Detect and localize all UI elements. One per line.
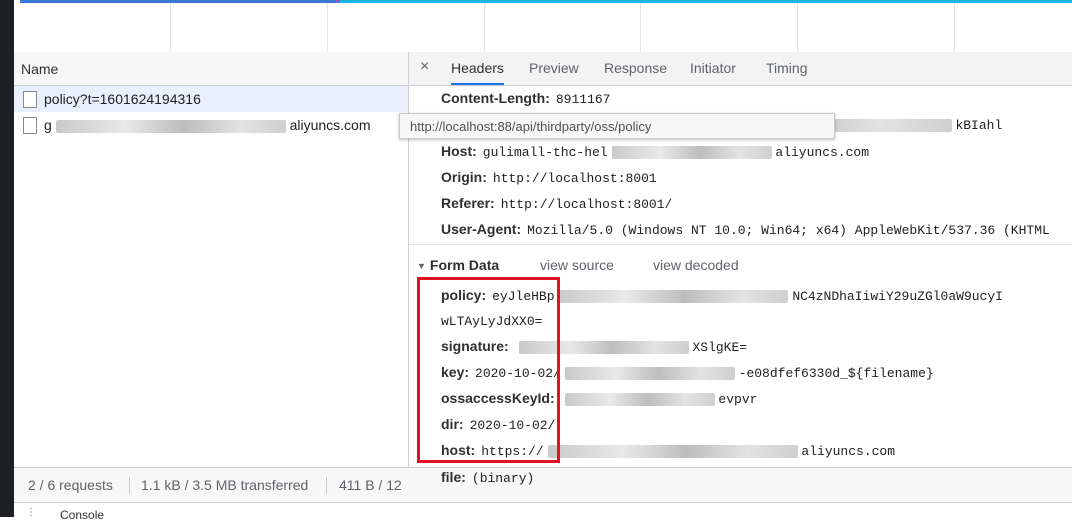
timeline-gridline (170, 3, 171, 52)
header-user-agent: User-Agent: Mozilla/5.0 (Windows NT 10.0;… (441, 221, 1050, 238)
url-tooltip: http://localhost:88/api/thirdparty/oss/p… (399, 113, 835, 139)
redacted-text (564, 366, 735, 380)
form-data-section-toggle[interactable]: ▼ Form Data (417, 257, 499, 273)
header-referer: Referer: http://localhost:8001/ (441, 195, 673, 212)
request-name-suffix: aliyuncs.com (289, 117, 371, 133)
redacted-text (611, 145, 772, 159)
redacted-text (55, 119, 286, 133)
network-status-bar: 2 / 6 requests 1.1 kB / 3.5 MB transferr… (14, 467, 1072, 503)
redacted-text (564, 392, 715, 406)
status-request-count: 2 / 6 requests (28, 477, 113, 493)
section-divider (409, 244, 1072, 245)
details-tab-bar: × Headers Preview Response Initiator Tim… (409, 52, 1072, 86)
timeline-gridline (484, 3, 485, 52)
view-decoded-link[interactable]: view decoded (653, 257, 739, 273)
header-content-length: Content-Length: 8911167 (441, 90, 611, 107)
request-list-panel: Name policy?t=1601624194316 g aliyuncs.c… (14, 52, 409, 467)
console-drawer-strip[interactable]: ⋮ Console (14, 502, 1072, 522)
tab-response[interactable]: Response (604, 52, 667, 85)
document-icon (23, 117, 37, 134)
drawer-menu-icon[interactable]: ⋮ (26, 507, 36, 518)
request-name-prefix: g (44, 117, 52, 133)
timeline-bar-upload (340, 0, 1072, 3)
status-separator (326, 477, 327, 494)
close-icon[interactable]: × (420, 58, 429, 76)
triangle-down-icon: ▼ (417, 261, 426, 271)
request-row-policy[interactable]: policy?t=1601624194316 (14, 86, 408, 112)
document-icon (23, 91, 37, 108)
network-timeline-overview[interactable] (14, 0, 1072, 53)
left-window-edge (0, 0, 14, 517)
redacted-text (547, 444, 798, 458)
tab-preview[interactable]: Preview (529, 52, 579, 85)
tab-timing[interactable]: Timing (766, 52, 808, 85)
name-column-header[interactable]: Name (14, 52, 408, 86)
request-row-oss-upload[interactable]: g aliyuncs.com (14, 112, 408, 138)
view-source-link[interactable]: view source (540, 257, 614, 273)
timeline-bar-policy (20, 0, 338, 3)
redacted-text (558, 289, 789, 303)
timeline-gridline (954, 3, 955, 52)
console-tab[interactable]: Console (60, 508, 104, 522)
timeline-gridline (797, 3, 798, 52)
timeline-gridline (327, 3, 328, 52)
header-origin: Origin: http://localhost:8001 (441, 169, 657, 186)
header-host: Host: gulimall-thc-hel aliyuncs.com (441, 143, 870, 160)
status-transferred: 1.1 kB / 3.5 MB transferred (141, 477, 309, 493)
timeline-gridline (640, 3, 641, 52)
status-separator (129, 477, 130, 494)
form-field-file: file: (binary) (441, 469, 535, 486)
status-resources: 411 B / 12 (339, 477, 402, 493)
annotation-box-form-fields (417, 277, 560, 463)
request-name: policy?t=1601624194316 (44, 91, 201, 107)
tab-initiator[interactable]: Initiator (690, 52, 736, 85)
tab-headers[interactable]: Headers (451, 52, 504, 85)
